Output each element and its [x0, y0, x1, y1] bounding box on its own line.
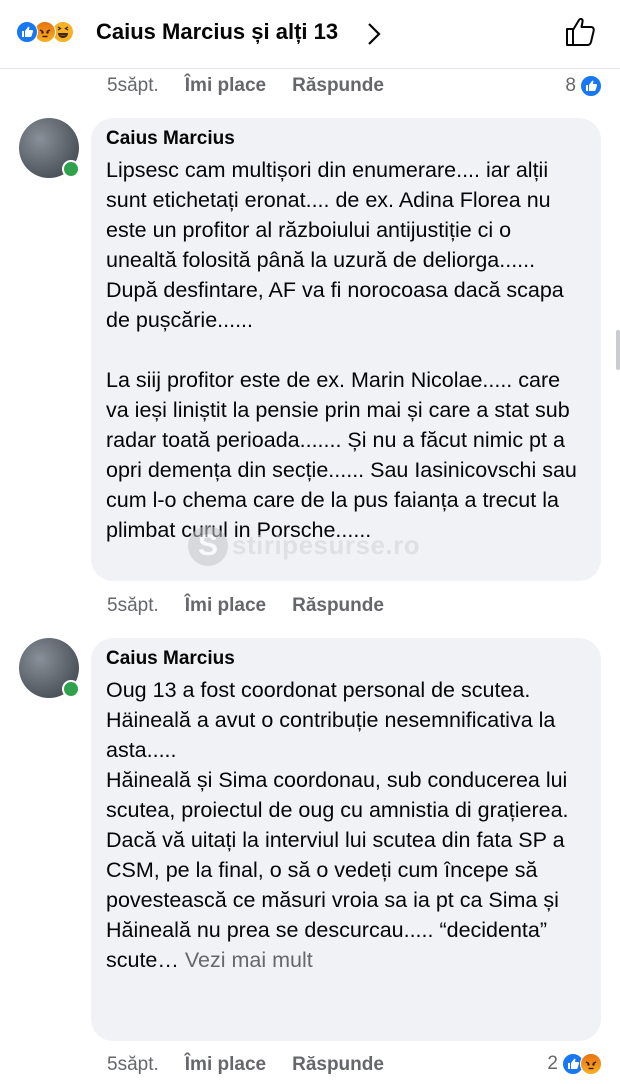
reactions-header[interactable]: Caius Marcius și alți 13: [0, 0, 620, 69]
comment-actions-previous: 5săpt. Îmi place Răspunde: [107, 72, 410, 100]
see-more-link[interactable]: Vezi mai mult: [185, 948, 313, 972]
online-status-indicator: [62, 160, 80, 178]
comment-time: 5săpt.: [107, 75, 159, 96]
reply-button[interactable]: Răspunde: [292, 595, 384, 617]
comment-bubble[interactable]: Caius Marcius Oug 13 a fost coordonat pe…: [91, 638, 601, 1041]
comment-author[interactable]: Caius Marcius: [106, 648, 587, 670]
chevron-right-icon[interactable]: [366, 22, 382, 46]
comment-actions: 5săpt. Îmi place Răspunde: [107, 592, 410, 620]
like-button[interactable]: Îmi place: [185, 75, 266, 97]
comment-text: Lipsesc cam multișori din enumerare.... …: [106, 158, 577, 542]
thumbs-up-outline-icon[interactable]: [563, 14, 599, 50]
angry-reaction-icon: [580, 1053, 602, 1075]
comment-text: Oug 13 a fost coordonat personal de scut…: [106, 675, 587, 975]
like-reaction-icon: [16, 21, 38, 43]
watermark-logo: S stiripesurse.ro: [188, 524, 444, 568]
scrollbar[interactable]: [616, 330, 620, 370]
comment-time: 5săpt.: [107, 595, 159, 616]
comment-time: 5săpt.: [107, 1054, 159, 1075]
reactions-title[interactable]: Caius Marcius și alți 13: [96, 19, 338, 45]
reaction-count-number: 8: [565, 75, 576, 96]
watermark-letter: S: [188, 526, 228, 566]
online-status-indicator: [62, 680, 80, 698]
reply-button[interactable]: Răspunde: [292, 75, 384, 97]
like-reaction-icon: [580, 75, 602, 97]
comment-actions: 5săpt. Îmi place Răspunde: [107, 1051, 410, 1079]
like-button[interactable]: Îmi place: [185, 595, 266, 617]
reaction-count[interactable]: 8: [565, 72, 602, 100]
comment-bubble[interactable]: Caius Marcius Lipsesc cam multișori din …: [91, 118, 601, 581]
comment-author[interactable]: Caius Marcius: [106, 128, 587, 150]
comment-text-body: Oug 13 a fost coordonat personal de scut…: [106, 678, 569, 972]
reply-button[interactable]: Răspunde: [292, 1054, 384, 1076]
like-button[interactable]: Îmi place: [185, 1054, 266, 1076]
reaction-count[interactable]: 2: [547, 1050, 602, 1078]
reaction-count-number: 2: [547, 1053, 558, 1074]
watermark-text: stiripesurse.ro: [232, 530, 421, 560]
